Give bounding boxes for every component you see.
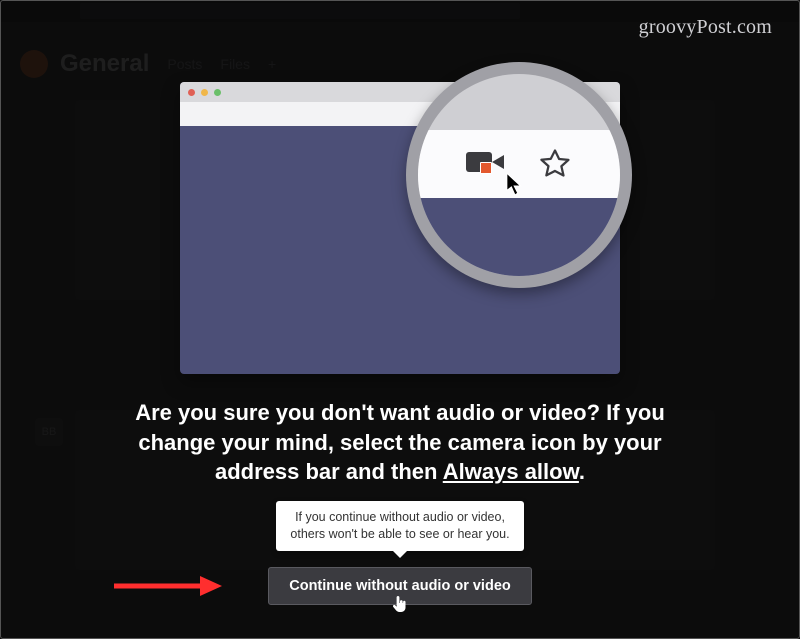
permission-modal-overlay: groovyPost.com xyxy=(0,0,800,639)
traffic-light-min-icon xyxy=(201,89,208,96)
hand-pointer-icon xyxy=(392,595,408,618)
prompt-underlined: Always allow xyxy=(443,459,579,484)
magnifier-lens xyxy=(406,62,632,288)
prompt-line: . xyxy=(579,459,585,484)
browser-illustration xyxy=(180,82,620,374)
prompt-line: address bar and then xyxy=(215,459,443,484)
prompt-heading: Are you sure you don't want audio or vid… xyxy=(135,398,665,487)
prompt-line: Are you sure you don't want audio or vid… xyxy=(135,400,665,425)
bookmark-star-icon xyxy=(538,147,572,181)
tooltip-line: others won't be able to see or hear you. xyxy=(290,527,509,541)
prompt-line: change your mind, select the camera icon… xyxy=(138,430,661,455)
magnifier-inner xyxy=(418,74,620,276)
mouse-pointer-icon xyxy=(506,172,524,198)
tooltip: If you continue without audio or video, … xyxy=(276,501,523,551)
camera-blocked-icon xyxy=(466,151,504,177)
watermark: groovyPost.com xyxy=(639,16,772,39)
traffic-light-max-icon xyxy=(214,89,221,96)
annotation-arrow-icon xyxy=(112,574,222,598)
tooltip-line: If you continue without audio or video, xyxy=(295,510,505,524)
continue-without-av-button[interactable]: Continue without audio or video xyxy=(268,567,532,605)
traffic-light-close-icon xyxy=(188,89,195,96)
cta-label: Continue without audio or video xyxy=(289,578,511,594)
